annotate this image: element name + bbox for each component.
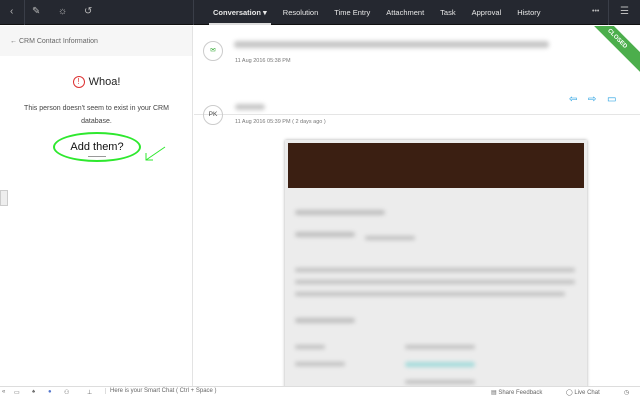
status-badge: CLOSED <box>580 26 640 76</box>
add-them-link[interactable]: Add them? <box>53 132 141 162</box>
crm-header[interactable]: ← CRM Contact Information <box>0 26 192 56</box>
alert-icon: ! <box>72 76 85 88</box>
crm-message: This person doesn't seem to exist in you… <box>24 105 169 125</box>
status-icon[interactable]: ● <box>48 389 52 395</box>
share-feedback-button[interactable]: ▤ Share Feedback <box>491 389 542 396</box>
crm-panel: ← CRM Contact Information ! Whoa! This pe… <box>0 26 193 386</box>
users-icon[interactable]: ⚇ <box>64 389 69 396</box>
underline <box>88 156 106 157</box>
more-icon[interactable]: ••• <box>592 6 599 18</box>
panel-resize-handle[interactable] <box>0 190 8 206</box>
conversation-pane: ✉ 11 Aug 2016 05:38 PM ⇦ ⇨ ▭ CLOSED PK 1… <box>194 26 640 386</box>
sender-blurred <box>235 104 265 110</box>
tab-time-entry[interactable]: Time Entry <box>326 0 378 25</box>
menu-icon[interactable]: ☰ <box>620 6 629 18</box>
reply-icon[interactable]: ⇦ <box>569 94 577 105</box>
chat-icon[interactable]: ▭ <box>14 389 20 396</box>
timestamp: 11 Aug 2016 05:38 PM <box>235 58 291 64</box>
subject-blurred <box>234 41 549 48</box>
tab-attachment[interactable]: Attachment <box>378 0 432 25</box>
email-body-image <box>285 140 587 386</box>
attachment-icon[interactable]: ✎ <box>32 6 40 18</box>
user-icon[interactable]: ⊥ <box>87 389 92 396</box>
timestamp: 11 Aug 2016 05:39 PM ( 2 days ago ) <box>235 119 326 125</box>
live-chat-button[interactable]: ◯ Live Chat <box>566 389 600 396</box>
top-bar: ‹ ✎ ☼ ↺ Conversation ▾ Resolution Time E… <box>0 0 640 25</box>
forward-icon[interactable]: ⇨ <box>588 94 596 105</box>
tab-task[interactable]: Task <box>432 0 463 25</box>
history-icon[interactable]: ↺ <box>84 6 92 18</box>
back-icon[interactable]: ‹ <box>10 6 13 18</box>
tab-approval[interactable]: Approval <box>464 0 510 25</box>
tab-resolution[interactable]: Resolution <box>275 0 326 25</box>
collapse-icon[interactable]: « <box>2 389 5 395</box>
email-icon: ✉ <box>203 41 223 61</box>
bottom-bar: « ▭ ♠ ● ⚇ ⊥ Here is your Smart Chat ( Ct… <box>0 386 640 400</box>
whoa-title: ! Whoa! <box>0 76 193 88</box>
bell-icon[interactable]: ♠ <box>32 389 35 395</box>
tab-conversation[interactable]: Conversation ▾ <box>205 0 275 25</box>
smart-chat-input[interactable]: Here is your Smart Chat ( Ctrl + Space ) <box>105 388 217 394</box>
tab-history[interactable]: History <box>509 0 548 25</box>
idea-icon[interactable]: ☼ <box>58 6 67 18</box>
avatar: PK <box>203 105 223 125</box>
clock-icon[interactable]: ◷ <box>624 389 629 396</box>
comment-icon[interactable]: ▭ <box>607 94 616 105</box>
arrow-annotation-icon <box>145 146 166 161</box>
